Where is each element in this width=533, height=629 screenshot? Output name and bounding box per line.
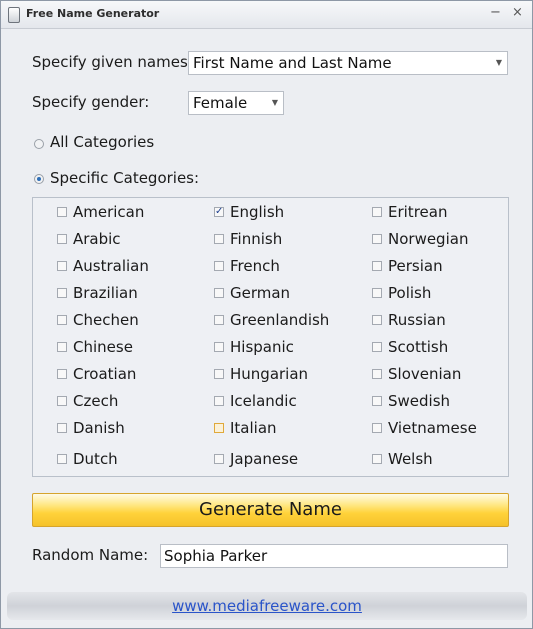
- category-checkbox[interactable]: [372, 342, 382, 352]
- category-label[interactable]: Greenlandish: [230, 311, 329, 329]
- category-label[interactable]: German: [230, 284, 290, 302]
- category-checkbox[interactable]: [57, 342, 67, 352]
- category-checkbox[interactable]: [214, 396, 224, 406]
- category-label[interactable]: Hispanic: [230, 338, 294, 356]
- category-checkbox[interactable]: [214, 288, 224, 298]
- category-label[interactable]: Swedish: [388, 392, 450, 410]
- category-label[interactable]: Vietnamese: [388, 419, 477, 437]
- category-label[interactable]: Slovenian: [388, 365, 461, 383]
- category-checkbox[interactable]: [372, 207, 382, 217]
- category-label[interactable]: Scottish: [388, 338, 448, 356]
- category-label[interactable]: Danish: [73, 419, 125, 437]
- category-label[interactable]: Brazilian: [73, 284, 138, 302]
- category-label[interactable]: Icelandic: [230, 392, 297, 410]
- gender-dropdown[interactable]: Female ▼: [188, 91, 284, 115]
- category-label[interactable]: English: [230, 203, 284, 221]
- category-label[interactable]: Chechen: [73, 311, 139, 329]
- category-label[interactable]: Czech: [73, 392, 118, 410]
- chevron-down-icon: ▼: [495, 58, 502, 67]
- categories-panel: American Arabic Australian Brazilian Chechen…: [32, 197, 509, 477]
- minimize-button[interactable]: −: [490, 5, 501, 20]
- category-label[interactable]: Arabic: [73, 230, 121, 248]
- category-checkbox[interactable]: [57, 369, 67, 379]
- generate-name-button[interactable]: Generate Name: [32, 493, 509, 527]
- category-checkbox[interactable]: [57, 207, 67, 217]
- category-checkbox[interactable]: [214, 261, 224, 271]
- category-checkbox[interactable]: [372, 396, 382, 406]
- category-checkbox[interactable]: [57, 423, 67, 433]
- category-label[interactable]: French: [230, 257, 280, 275]
- window-title: Free Name Generator: [26, 7, 160, 20]
- category-label[interactable]: Welsh: [388, 450, 433, 468]
- gender-value: Female: [193, 94, 248, 112]
- given-names-label: Specify given names:: [32, 53, 193, 71]
- category-checkbox[interactable]: [372, 423, 382, 433]
- footer-bar: www.mediafreeware.com: [7, 592, 527, 620]
- category-label[interactable]: American: [73, 203, 144, 221]
- check-icon: ✓: [215, 206, 224, 217]
- title-bar: Free Name Generator − ×: [1, 1, 532, 29]
- category-checkbox[interactable]: [57, 454, 67, 464]
- category-label[interactable]: Japanese: [230, 450, 298, 468]
- given-names-dropdown[interactable]: First Name and Last Name ▼: [188, 51, 508, 75]
- category-checkbox[interactable]: [214, 342, 224, 352]
- category-checkbox[interactable]: [372, 315, 382, 325]
- client-area: Specify given names: First Name and Last…: [1, 29, 532, 628]
- all-categories-radio[interactable]: [34, 139, 44, 149]
- category-label[interactable]: Persian: [388, 257, 443, 275]
- category-label[interactable]: Polish: [388, 284, 431, 302]
- category-checkbox[interactable]: [372, 454, 382, 464]
- category-checkbox[interactable]: [372, 234, 382, 244]
- category-checkbox[interactable]: [214, 369, 224, 379]
- chevron-down-icon: ▼: [271, 98, 278, 107]
- category-checkbox[interactable]: [57, 234, 67, 244]
- given-names-value: First Name and Last Name: [193, 54, 392, 72]
- all-categories-label[interactable]: All Categories: [50, 133, 154, 151]
- specific-categories-label[interactable]: Specific Categories:: [50, 169, 199, 187]
- category-label[interactable]: Norwegian: [388, 230, 468, 248]
- app-icon: [8, 7, 20, 23]
- category-checkbox[interactable]: [57, 288, 67, 298]
- category-label[interactable]: Italian: [230, 419, 277, 437]
- category-checkbox[interactable]: [57, 315, 67, 325]
- category-checkbox[interactable]: [214, 234, 224, 244]
- category-checkbox[interactable]: [214, 454, 224, 464]
- category-label[interactable]: Croatian: [73, 365, 136, 383]
- category-checkbox[interactable]: [57, 396, 67, 406]
- category-label[interactable]: Finnish: [230, 230, 282, 248]
- category-label[interactable]: Chinese: [73, 338, 133, 356]
- category-label[interactable]: Eritrean: [388, 203, 447, 221]
- close-button[interactable]: ×: [512, 5, 523, 20]
- category-checkbox[interactable]: ✓: [214, 207, 224, 217]
- random-name-label: Random Name:: [32, 546, 149, 564]
- category-checkbox[interactable]: [214, 315, 224, 325]
- category-checkbox[interactable]: [214, 423, 224, 433]
- category-checkbox[interactable]: [372, 288, 382, 298]
- category-label[interactable]: Australian: [73, 257, 149, 275]
- category-label[interactable]: Hungarian: [230, 365, 308, 383]
- category-checkbox[interactable]: [372, 261, 382, 271]
- specific-categories-radio[interactable]: [34, 174, 44, 184]
- gender-label: Specify gender:: [32, 93, 150, 111]
- main-window: Free Name Generator − × Specify given na…: [0, 0, 533, 629]
- website-link[interactable]: www.mediafreeware.com: [7, 597, 527, 615]
- category-checkbox[interactable]: [57, 261, 67, 271]
- category-label[interactable]: Dutch: [73, 450, 118, 468]
- category-label[interactable]: Russian: [388, 311, 446, 329]
- random-name-field[interactable]: Sophia Parker: [160, 544, 508, 568]
- category-checkbox[interactable]: [372, 369, 382, 379]
